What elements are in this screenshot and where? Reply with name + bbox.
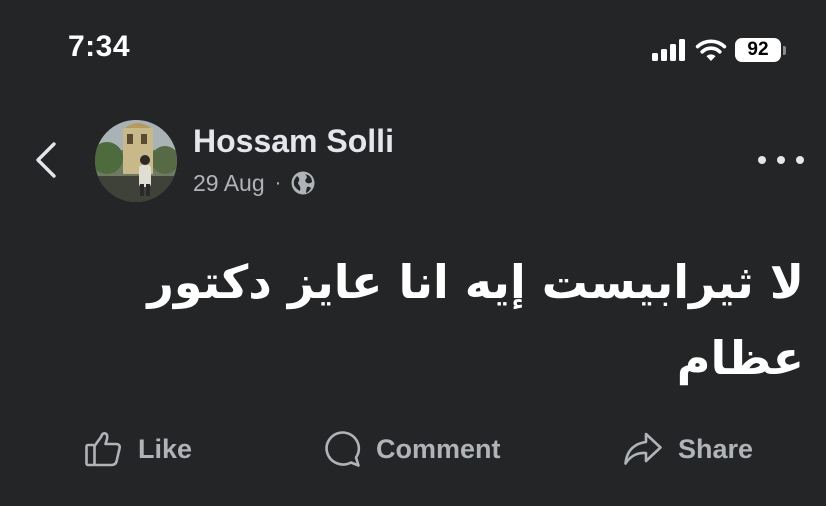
globe-icon [291, 171, 315, 195]
post-text: لا ثيرابيست إيه انا عايز دكتور عظام [147, 255, 804, 385]
meta-separator: · [274, 171, 282, 194]
status-bar: 7:34 92 [0, 0, 826, 100]
like-button[interactable]: Like [84, 422, 192, 476]
like-label: Like [138, 433, 193, 464]
share-button[interactable]: Share [622, 422, 753, 476]
author-name[interactable]: Hossam Solli [193, 123, 394, 160]
back-icon[interactable] [26, 136, 66, 184]
comment-label: Comment [376, 433, 501, 464]
thumbs-up-icon [85, 432, 121, 467]
wifi-icon [695, 39, 727, 61]
post-date[interactable]: 29 Aug [193, 170, 265, 197]
comment-icon [325, 431, 361, 467]
more-options-icon[interactable] [758, 146, 804, 174]
cellular-signal-icon [652, 39, 685, 61]
avatar-image [95, 120, 177, 202]
avatar[interactable] [95, 120, 177, 202]
share-label: Share [678, 433, 754, 464]
status-icons: 92 [652, 35, 786, 65]
battery-icon: 92 [735, 38, 786, 62]
battery-level: 92 [735, 38, 781, 62]
share-icon [624, 432, 662, 465]
post-meta: 29 Aug · [193, 169, 316, 197]
post-actions: Like Comment Share [0, 422, 826, 476]
comment-button[interactable]: Comment [322, 422, 501, 476]
status-time: 7:34 [68, 30, 131, 63]
